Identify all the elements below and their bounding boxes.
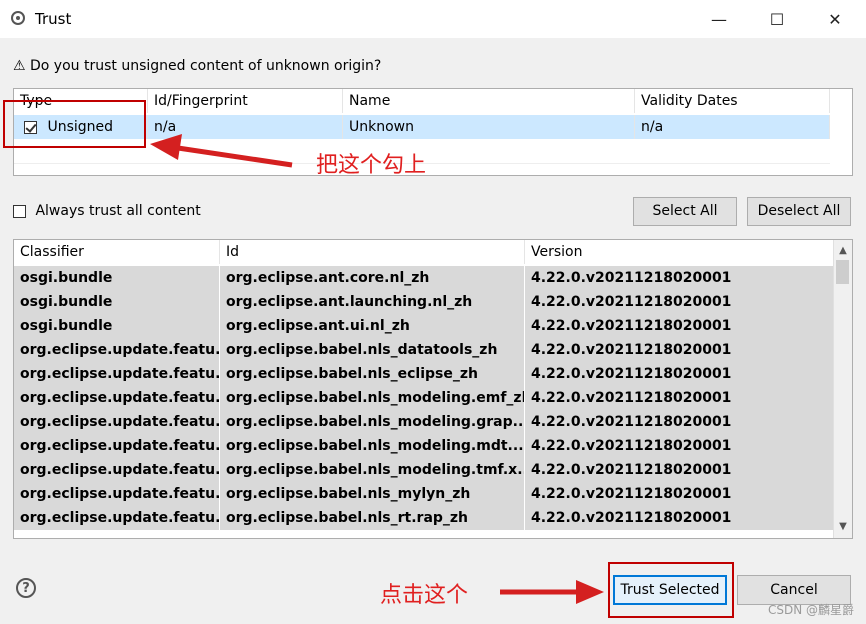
minimize-button[interactable]: — bbox=[690, 0, 748, 38]
annotation-arrows bbox=[150, 134, 604, 604]
dialog-content: ⚠ Do you trust unsigned content of unkno… bbox=[0, 38, 866, 624]
annotation-check-this: 把这个勾上 bbox=[316, 153, 427, 178]
close-button[interactable]: ✕ bbox=[806, 0, 864, 38]
window-title: Trust bbox=[35, 10, 72, 28]
eclipse-app-icon bbox=[11, 11, 25, 25]
title-bar: Trust — ☐ ✕ bbox=[0, 0, 866, 38]
arrow-to-trust-icon bbox=[500, 580, 604, 604]
maximize-button[interactable]: ☐ bbox=[748, 0, 806, 38]
arrow-to-unsigned-icon bbox=[150, 134, 293, 168]
annotation-click-this: 点击这个 bbox=[380, 583, 469, 608]
watermark: CSDN @麟星爵 bbox=[767, 603, 854, 617]
